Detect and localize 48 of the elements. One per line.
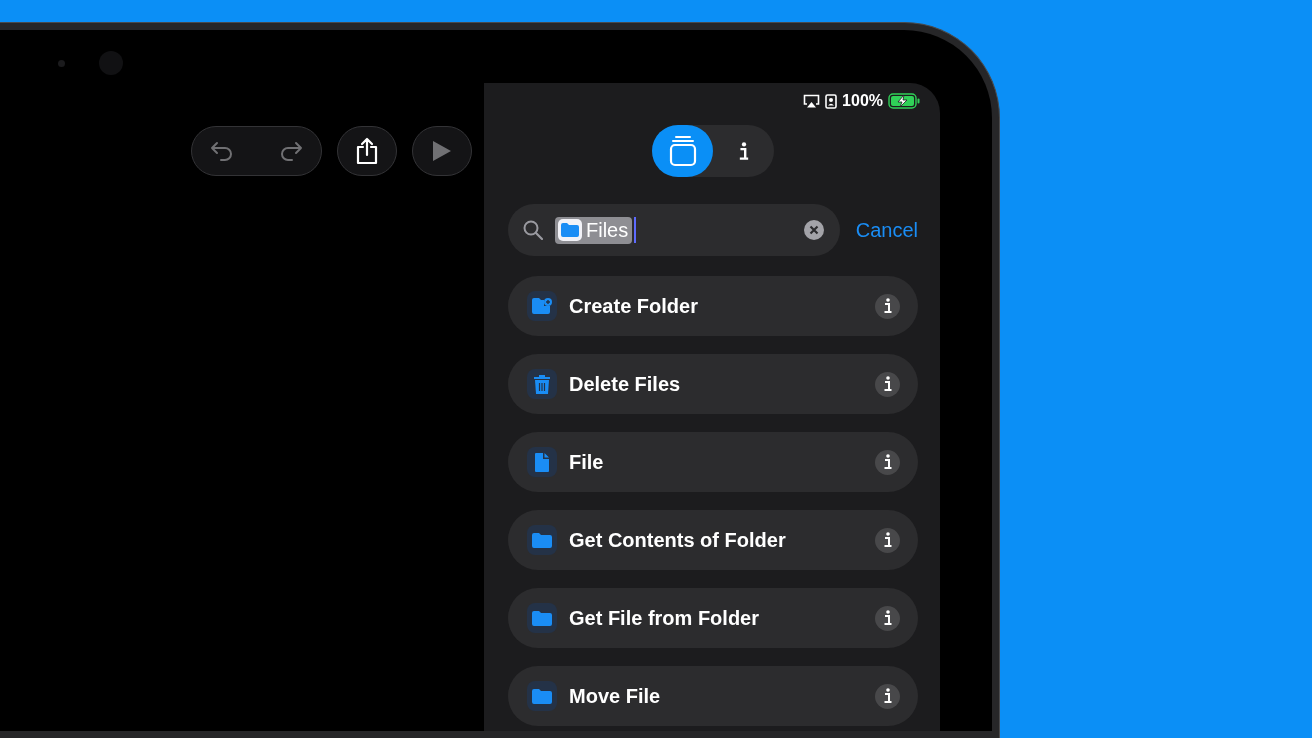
- action-label: Delete Files: [569, 372, 682, 396]
- folder-icon: [531, 531, 553, 549]
- id-card-icon: [825, 93, 838, 109]
- action-row[interactable]: Get Contents of Folder: [508, 510, 918, 570]
- folder-plus-icon: [531, 297, 553, 315]
- play-icon: [432, 140, 452, 162]
- cancel-button[interactable]: Cancel: [855, 218, 918, 242]
- share-button[interactable]: [337, 126, 397, 176]
- action-label: Get Contents of Folder: [569, 528, 787, 552]
- info-button[interactable]: [875, 527, 900, 553]
- clear-icon[interactable]: [803, 220, 824, 240]
- sensor-icon: [58, 59, 65, 67]
- undo-icon: [209, 139, 235, 163]
- info-icon: [882, 298, 893, 314]
- folder-icon: [531, 687, 553, 705]
- action-label: Get File from Folder: [569, 606, 761, 630]
- actions-tab[interactable]: [652, 125, 713, 177]
- file-icon: [534, 451, 550, 473]
- action-row[interactable]: Delete Files: [508, 354, 918, 414]
- action-row[interactable]: Create Folder: [508, 276, 918, 336]
- info-button[interactable]: [875, 683, 900, 709]
- info-icon: [882, 454, 893, 470]
- search-icon: [523, 220, 543, 240]
- info-icon: [737, 141, 750, 161]
- airplay-icon: [803, 94, 821, 108]
- info-button[interactable]: [875, 371, 900, 397]
- info-icon: [882, 376, 893, 392]
- info-icon: [882, 688, 893, 704]
- action-row[interactable]: Move File: [508, 666, 918, 726]
- folder-icon: [531, 609, 553, 627]
- action-label: File: [569, 450, 605, 474]
- battery-icon: [888, 93, 920, 109]
- info-button[interactable]: [875, 605, 900, 631]
- action-label: Create Folder: [569, 294, 699, 318]
- info-button[interactable]: [875, 449, 900, 475]
- action-row[interactable]: Get File from Folder: [508, 588, 918, 648]
- folder-app-icon: [558, 219, 582, 241]
- stacked-cards-icon: [668, 135, 697, 167]
- info-button[interactable]: [875, 293, 900, 319]
- redo-icon: [278, 139, 304, 163]
- share-icon: [355, 137, 379, 165]
- battery-percent: 100%: [842, 92, 883, 110]
- trash-icon: [533, 373, 551, 395]
- info-icon: [882, 610, 893, 626]
- info-icon: [882, 532, 893, 548]
- action-label: Move File: [569, 684, 662, 708]
- text-cursor: [634, 217, 637, 243]
- action-row[interactable]: File: [508, 432, 918, 492]
